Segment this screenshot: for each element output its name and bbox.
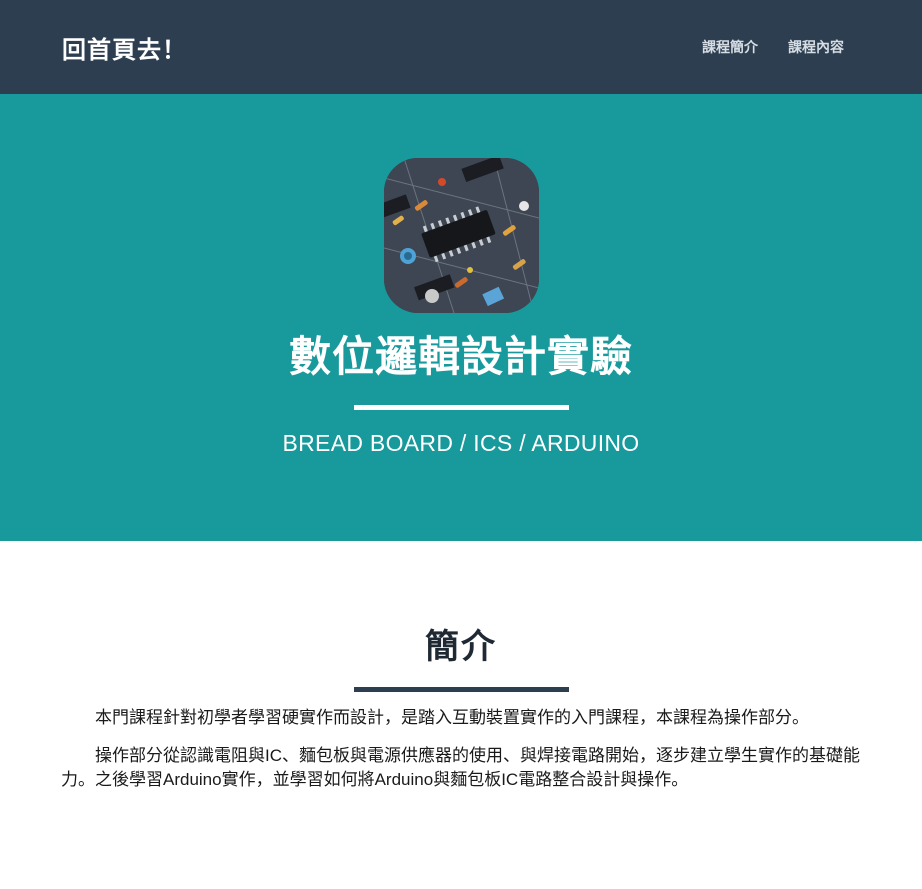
home-link[interactable]: 回首頁去！ xyxy=(62,30,187,65)
hero-title: 數位邏輯設計實驗 xyxy=(288,333,633,380)
circuit-board-icon xyxy=(383,158,539,313)
about-paragraph: 操作部分從認識電阻與IC、麵包板與電源供應器的使用、與焊接電路開始，逐步建立學生… xyxy=(61,746,860,789)
nav-link-intro[interactable]: 課程簡介 xyxy=(672,29,758,65)
about-section: 簡介 本門課程針對初學者學習硬實作而設計，是踏入互動裝置實作的入門課程，本課程為… xyxy=(0,541,922,806)
hero-divider xyxy=(353,405,569,410)
about-paragraph: 本門課程針對初學者學習硬實作而設計，是踏入互動裝置實作的入門課程，本課程為操作部… xyxy=(95,708,809,727)
about-body: 本門課程針對初學者學習硬實作而設計，是踏入互動裝置實作的入門課程，本課程為操作部… xyxy=(61,706,861,806)
hero-section: 數位邏輯設計實驗 BREAD BOARD / ICS / ARDUINO xyxy=(0,94,922,541)
navbar: 回首頁去！ 課程簡介 課程內容 xyxy=(0,0,922,94)
section-title: 簡介 xyxy=(425,628,497,666)
nav-link-content[interactable]: 課程內容 xyxy=(758,29,844,65)
hero-subtitle: BREAD BOARD / ICS / ARDUINO xyxy=(282,430,640,456)
course-image xyxy=(383,158,539,313)
nav-links: 課程簡介 課程內容 xyxy=(672,29,844,65)
section-divider xyxy=(353,687,569,692)
